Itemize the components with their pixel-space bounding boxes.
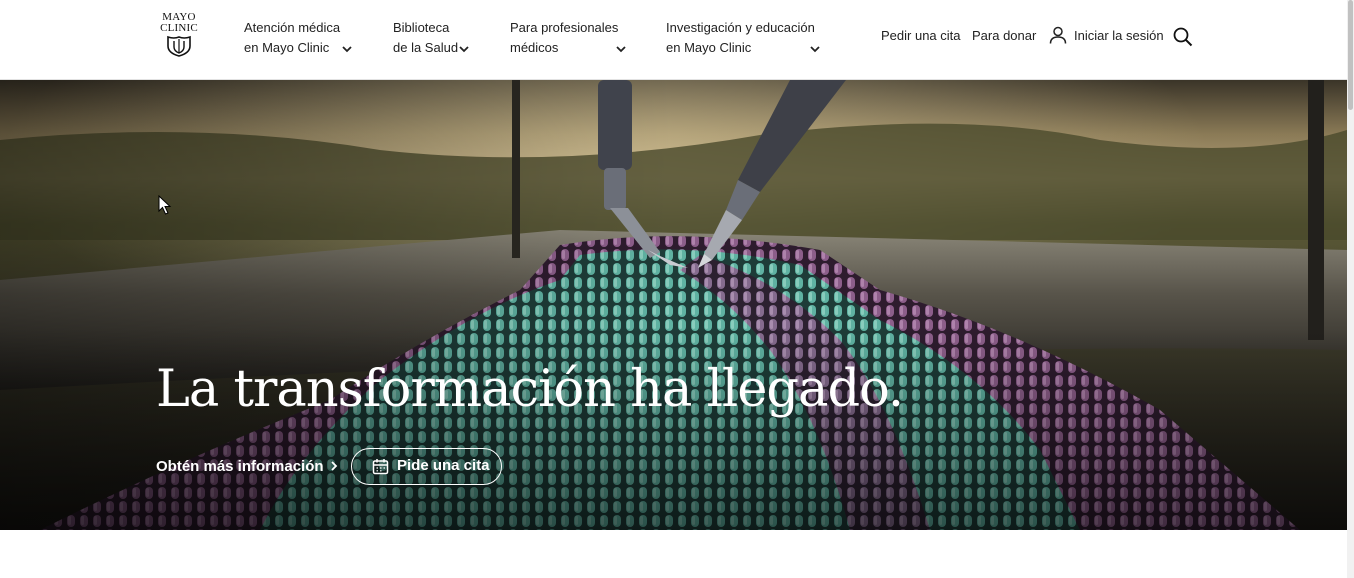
mayo-clinic-logo[interactable]: MAYO CLINIC xyxy=(156,12,202,62)
nav-label-line2: en Mayo Clinic xyxy=(666,40,752,55)
chevron-down-icon xyxy=(342,46,352,53)
para-donar-link[interactable]: Para donar xyxy=(972,27,1036,45)
nav-label-line2: médicos xyxy=(510,40,559,55)
mouse-cursor-icon xyxy=(158,195,172,215)
pide-una-cita-button[interactable]: Pide una cita xyxy=(351,448,502,485)
page-scrollbar[interactable] xyxy=(1347,0,1354,578)
hero-banner: La transformación ha llegado. Obtén más … xyxy=(0,80,1347,530)
pedir-cita-link[interactable]: Pedir una cita xyxy=(881,27,961,45)
nav-label-line1: Atención médica xyxy=(244,20,341,35)
nav-investigacion-educacion[interactable]: Investigación y educación en Mayo Clinic xyxy=(666,18,826,58)
logo-line-2: CLINIC xyxy=(160,22,198,34)
chevron-down-icon xyxy=(459,46,469,53)
nav-atencion-medica[interactable]: Atención médica en Mayo Clinic xyxy=(244,18,359,58)
site-header: MAYO CLINIC Atención médica en Mayo Clin… xyxy=(0,0,1354,80)
chevron-down-icon xyxy=(616,46,626,53)
calendar-icon xyxy=(372,459,389,475)
nav-biblioteca-salud[interactable]: Biblioteca de la Salud xyxy=(393,18,473,58)
nav-label-line1: Investigación y educación xyxy=(666,20,815,35)
shield-logo-icon xyxy=(167,35,191,57)
user-icon[interactable] xyxy=(1049,26,1067,44)
learn-more-label: Obtén más información xyxy=(156,458,324,475)
chevron-down-icon xyxy=(810,46,820,53)
search-icon[interactable] xyxy=(1172,26,1194,48)
nav-profesionales-medicos[interactable]: Para profesionales médicos xyxy=(510,18,630,58)
nav-label-line1: Biblioteca xyxy=(393,20,450,35)
hero-title: La transformación ha llegado. xyxy=(156,360,904,419)
learn-more-link[interactable]: Obtén más información xyxy=(156,457,338,477)
nav-label-line1: Para profesionales xyxy=(510,20,619,35)
iniciar-sesion-link[interactable]: Iniciar la sesión xyxy=(1074,27,1164,45)
chevron-right-icon xyxy=(330,461,337,471)
pide-una-cita-label: Pide una cita xyxy=(397,457,490,474)
scrollbar-thumb[interactable] xyxy=(1348,0,1353,110)
